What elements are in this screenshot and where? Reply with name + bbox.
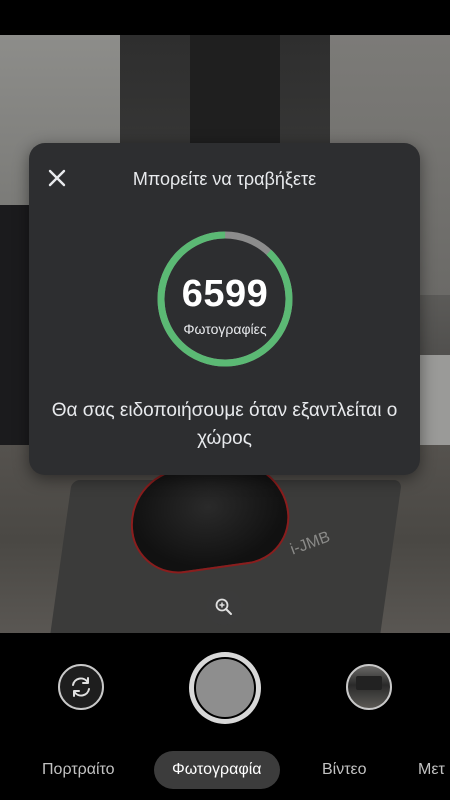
camera-screen: i-JMB Μπορείτε να τραβήξετε 6599 Φωτογρα… [0, 0, 450, 800]
shutter-button[interactable] [189, 652, 261, 724]
camera-controls: Πορτραίτο Φωτογραφία Βίντεο Μετ [0, 633, 450, 800]
storage-info-dialog: Μπορείτε να τραβήξετε 6599 Φωτογραφίες Θ… [29, 143, 420, 475]
photo-capacity-ring: 6599 Φωτογραφίες [155, 229, 295, 369]
mode-more[interactable]: Μετ [418, 751, 445, 789]
switch-camera-button[interactable] [58, 664, 104, 710]
close-button[interactable] [42, 163, 72, 193]
switch-camera-icon [72, 677, 90, 697]
dialog-message: Θα σας ειδοποιήσουμε όταν εξαντλείται ο … [51, 400, 398, 449]
shutter-button-inner [194, 657, 256, 719]
mode-video[interactable]: Βίντεο [322, 751, 367, 789]
zoom-in-icon [215, 598, 232, 615]
dialog-title: Μπορείτε να τραβήξετε [132, 169, 317, 189]
close-icon [48, 169, 66, 187]
mode-portrait[interactable]: Πορτραίτο [42, 751, 115, 789]
mode-photo[interactable]: Φωτογραφία [154, 751, 280, 789]
thumbnail-image [356, 676, 382, 690]
mode-selector: Πορτραίτο Φωτογραφία Βίντεο Μετ [0, 751, 450, 791]
photo-count-label: Φωτογραφίες [183, 321, 267, 337]
gallery-thumbnail[interactable] [346, 664, 392, 710]
photo-count: 6599 [181, 273, 269, 315]
zoom-button[interactable] [206, 589, 242, 625]
